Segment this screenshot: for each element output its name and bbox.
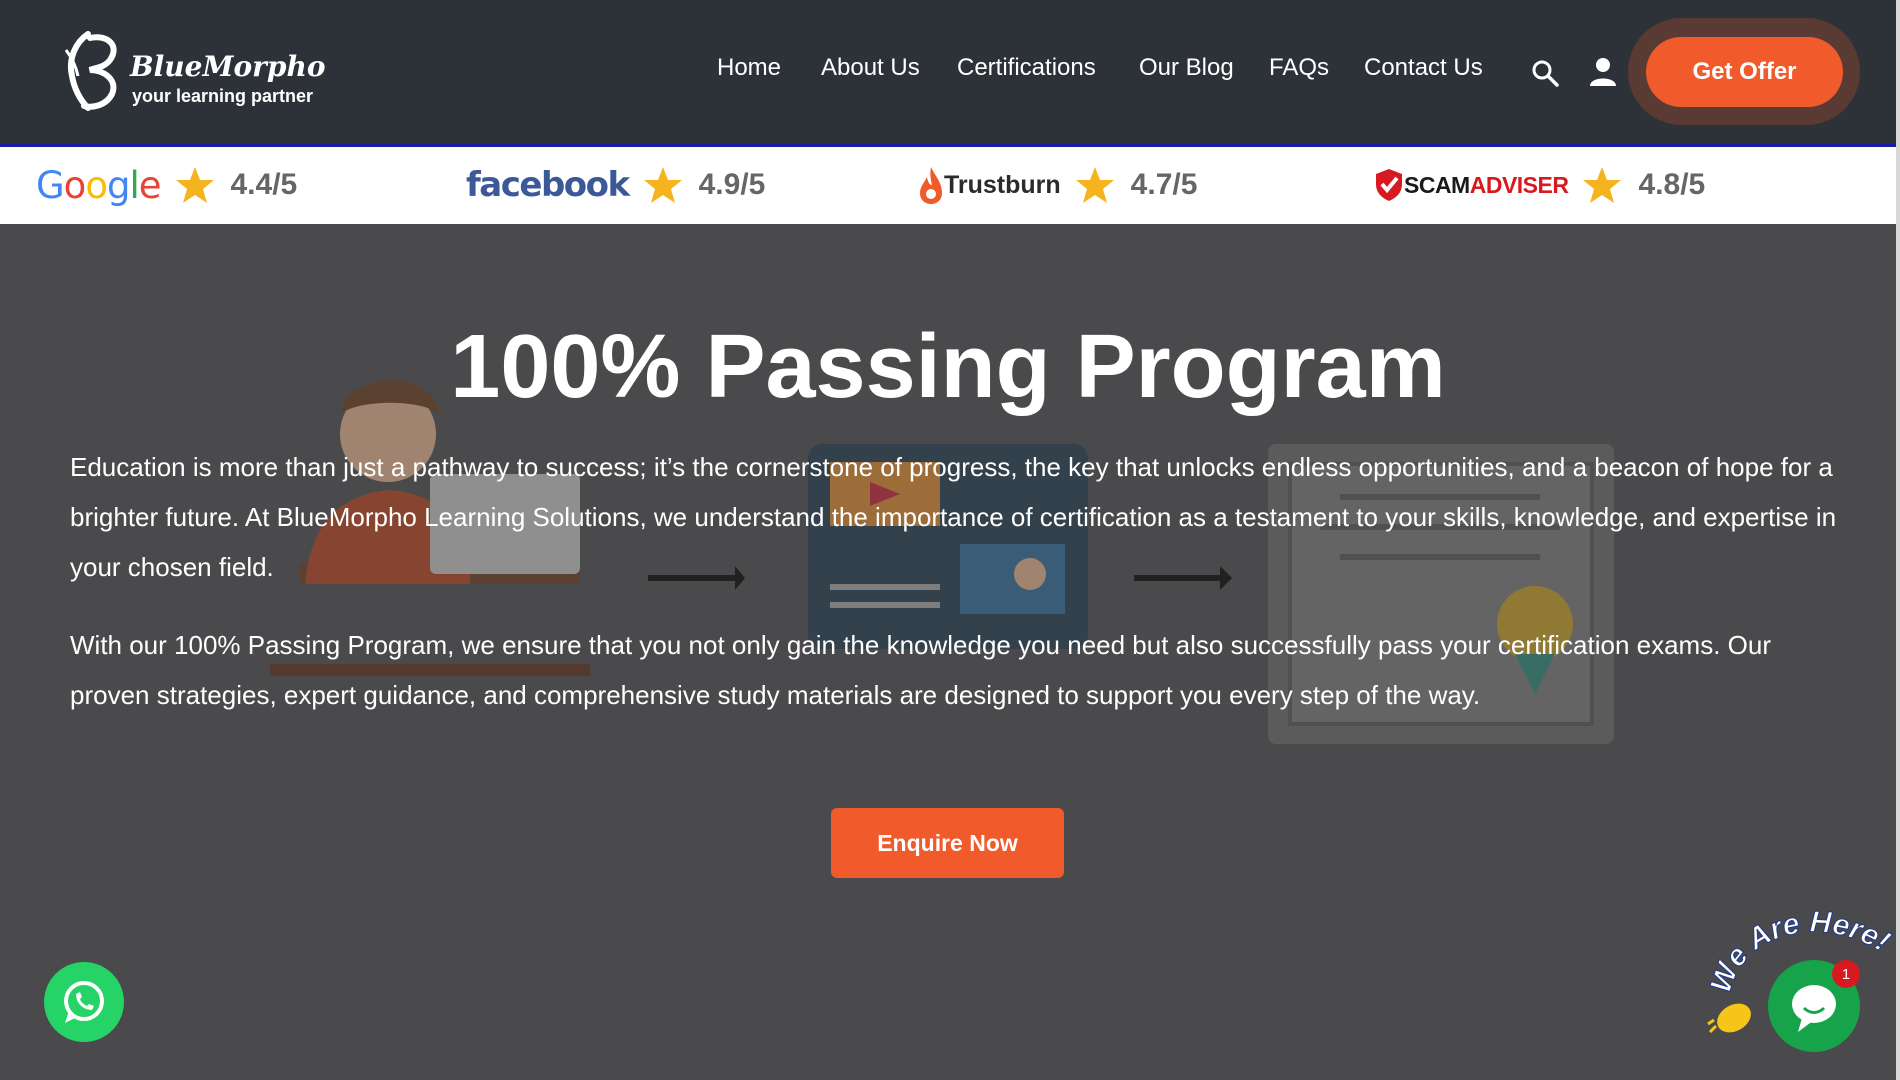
rating-google[interactable]: Google 4.4/5 [36, 155, 297, 215]
nav-contact-us[interactable]: Contact Us [1364, 54, 1483, 82]
hero-paragraph-intro: Education is more than just a pathway to… [70, 452, 1837, 582]
nav-certifications[interactable]: Certifications [957, 54, 1096, 82]
live-chat-widget[interactable]: We Are Here! 1 [1700, 900, 1896, 1080]
facebook-logo: facebook [466, 165, 630, 205]
hero-section: 100% Passing Program Education is more t… [0, 224, 1896, 1080]
logo-icon [64, 31, 117, 111]
nav-about-us[interactable]: About Us [821, 54, 920, 82]
brand-logo[interactable]: BlueMorpho your learning partner [58, 28, 328, 118]
google-logo: Google [36, 163, 161, 207]
waving-hand-icon [1707, 1003, 1751, 1034]
rating-score: 4.7/5 [1130, 168, 1198, 201]
get-offer-button[interactable]: Get Offer [1646, 37, 1843, 107]
hero-title: 100% Passing Program [450, 317, 1446, 417]
rating-score: 4.4/5 [230, 168, 298, 201]
rating-scamadviser[interactable]: SCAM ADVISER 4.8/5 [1374, 155, 1705, 215]
star-icon [1075, 167, 1114, 203]
brand-tagline: your learning partner [132, 86, 314, 106]
search-icon[interactable] [1530, 58, 1560, 88]
star-icon [1583, 167, 1622, 203]
nav-faqs[interactable]: FAQs [1269, 54, 1329, 82]
unread-count-badge: 1 [1832, 960, 1860, 988]
page-scrollbar[interactable] [1896, 0, 1900, 1080]
rating-score: 4.8/5 [1638, 168, 1706, 201]
trustburn-logo: Trustburn [918, 165, 1061, 205]
ratings-strip: Google 4.4/5 facebook 4.9/5 Trustburn 4.… [0, 144, 1896, 224]
hero-paragraph-program: With our 100% Passing Program, we ensure… [70, 630, 1772, 710]
flame-icon [920, 167, 942, 204]
brand-name: BlueMorpho [130, 50, 326, 83]
nav-our-blog[interactable]: Our Blog [1139, 54, 1234, 82]
star-icon [643, 167, 682, 203]
rating-facebook[interactable]: facebook 4.9/5 [466, 155, 765, 215]
site-header: BlueMorpho your learning partner Home Ab… [0, 0, 1896, 144]
whatsapp-icon [64, 981, 104, 1023]
rating-trustburn[interactable]: Trustburn 4.7/5 [918, 155, 1197, 215]
enquire-now-button[interactable]: Enquire Now [831, 808, 1064, 878]
scamadviser-logo: SCAM ADVISER [1374, 168, 1569, 202]
nav-home[interactable]: Home [717, 54, 781, 82]
rating-score: 4.9/5 [698, 168, 766, 201]
star-icon [175, 167, 214, 203]
whatsapp-button[interactable] [44, 962, 124, 1042]
shield-check-icon [1376, 169, 1402, 201]
user-icon[interactable] [1588, 56, 1618, 88]
